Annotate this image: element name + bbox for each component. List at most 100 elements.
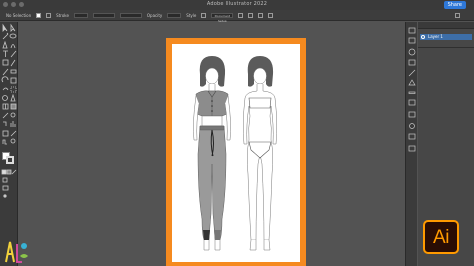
brushes-panel-icon[interactable]	[408, 69, 416, 77]
tools-bottom	[1, 169, 17, 198]
magic-wand-tool-icon	[2, 32, 9, 40]
illustrator-logo: Ai	[423, 220, 459, 254]
line-tool-icon	[10, 50, 17, 58]
eraser-tool-icon	[10, 69, 17, 74]
scale-tool-icon	[10, 77, 17, 84]
croquis-figure	[242, 56, 278, 251]
document-setup-button[interactable]: Document Setup	[211, 12, 234, 23]
figure1-button-2	[211, 105, 213, 107]
figure1-button-1	[211, 100, 213, 102]
color-panel-icon[interactable]	[408, 48, 416, 56]
figure2-bandeau	[248, 97, 272, 109]
swatches-panel-icon[interactable]	[408, 59, 416, 66]
layer-name: Layer 1	[428, 34, 443, 39]
pen-tool-icon	[2, 40, 8, 49]
title-bar: Adobe Illustrator 2022 Share	[0, 0, 474, 10]
stroke-weight-input[interactable]	[73, 12, 88, 18]
zoom-tool-icon	[10, 138, 16, 144]
panel-header[interactable]	[418, 22, 474, 29]
clothed-figure	[193, 56, 231, 251]
layers-panel-icon[interactable]	[408, 37, 416, 44]
rectangle-tool-icon	[2, 59, 9, 66]
symbols-panel-icon[interactable]	[408, 79, 416, 86]
brush-definition-dropdown[interactable]	[119, 12, 142, 18]
figure2-face	[253, 67, 267, 85]
paintbrush-tool-icon	[10, 59, 16, 67]
stroke-swatch-control[interactable]	[46, 12, 52, 18]
slice-tool-icon	[10, 130, 17, 137]
figure1-face	[205, 67, 219, 85]
preferences-button[interactable]	[238, 12, 244, 18]
fill-swatch-control[interactable]	[36, 12, 42, 18]
pathfinder-panel-icon[interactable]	[408, 145, 416, 152]
selection-status: No Selection	[6, 12, 32, 18]
hand-tool-icon	[2, 139, 7, 145]
symbol-sprayer-tool-icon	[3, 121, 7, 126]
tools-grid	[1, 23, 17, 145]
transparency-panel-icon[interactable]	[408, 111, 416, 118]
align-panel-icon[interactable]	[408, 133, 416, 140]
figure1-feet	[203, 240, 221, 251]
share-button[interactable]: Share	[443, 1, 466, 9]
direct-selection-tool-icon	[10, 23, 16, 32]
blend-tool-icon	[10, 112, 16, 118]
figure1-left-arm	[193, 95, 200, 141]
graph-tool-icon	[10, 121, 16, 127]
figure1-button-3	[211, 110, 213, 112]
selection-tool-icon	[2, 23, 8, 32]
eyedropper-tool-icon	[2, 112, 9, 119]
opacity-label: Opacity	[146, 12, 163, 18]
logo-text: Ai	[433, 227, 449, 248]
figure1-waistband	[199, 125, 225, 131]
dock-icons	[408, 27, 416, 152]
stroke-color-swatch[interactable]	[6, 156, 14, 164]
align-icon[interactable]	[248, 12, 254, 18]
channel-watermark-logo	[5, 241, 28, 263]
variable-width-dropdown[interactable]	[92, 12, 115, 18]
properties-panel-icon[interactable]	[408, 27, 416, 34]
draw-normal-icon	[2, 177, 8, 183]
visibility-eye-icon[interactable]	[421, 35, 425, 39]
artboard[interactable]	[172, 44, 300, 262]
figure1-pants	[197, 125, 227, 241]
canvas-area[interactable]	[19, 22, 405, 266]
figure1-right-arm	[224, 95, 231, 141]
none-mode-icon	[11, 169, 17, 175]
gradient-panel-icon[interactable]	[408, 99, 416, 106]
mesh-tool-icon	[2, 103, 9, 110]
opacity-input[interactable]	[167, 12, 182, 18]
panel-menu-icon[interactable]	[455, 12, 460, 18]
illustrator-window: Adobe Illustrator 2022 Share No Selectio…	[0, 0, 474, 266]
fashion-illustration	[193, 56, 278, 251]
artboard-orange-border	[166, 38, 306, 266]
color-mode-icon	[1, 169, 7, 175]
transform-icon[interactable]	[258, 12, 264, 18]
artboard-tool-icon	[2, 130, 9, 137]
panel-divider	[418, 47, 474, 48]
shape-builder-tool-icon	[2, 95, 8, 101]
figure1-midriff	[201, 115, 223, 127]
figure1-cuff-right	[214, 230, 221, 240]
appearance-panel-icon[interactable]	[409, 123, 415, 129]
stroke-label: Stroke	[56, 12, 69, 18]
style-label: Style	[186, 12, 197, 18]
document-title: Adobe Illustrator 2022	[206, 1, 268, 7]
screen-mode-icon	[2, 185, 9, 191]
figure1-cuff-left	[203, 230, 210, 240]
panel-dock-icons	[405, 22, 417, 266]
stroke-panel-icon[interactable]	[408, 91, 416, 94]
rotate-tool-icon	[1, 76, 9, 83]
width-tool-icon	[2, 87, 9, 91]
curvature-tool-icon	[10, 44, 16, 49]
gradient-tool-icon	[10, 103, 17, 110]
style-dropdown[interactable]	[201, 12, 207, 18]
gradient-mode-icon	[6, 169, 12, 175]
control-bar: No Selection Stroke Opacity Style Docume…	[0, 10, 474, 23]
type-tool-icon	[3, 50, 8, 57]
edit-toolbar-icon	[3, 194, 7, 198]
pencil-tool-icon	[2, 68, 9, 76]
layer-row-1[interactable]: Layer 1	[420, 34, 472, 40]
lasso-tool-icon	[9, 33, 17, 39]
arrange-icon[interactable]	[268, 12, 274, 18]
figure2-feet	[249, 239, 271, 251]
